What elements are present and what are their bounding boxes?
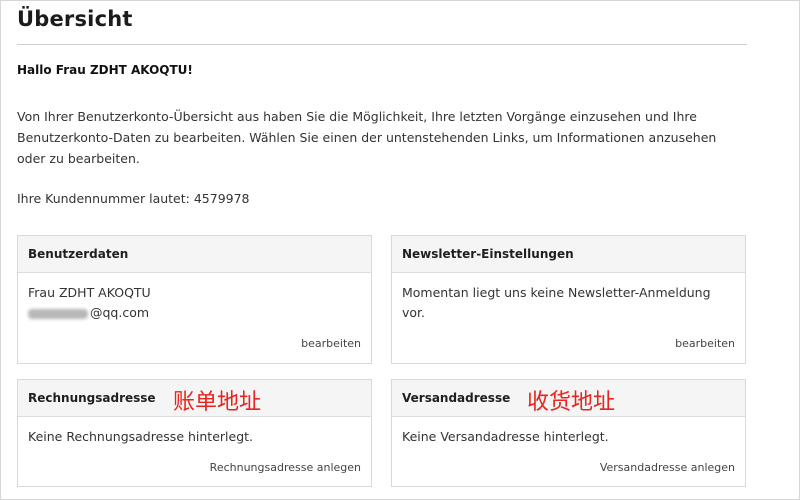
shipping-empty-text: Keine Versandadresse hinterlegt. — [402, 429, 609, 444]
shipping-create-link[interactable]: Versandadresse anlegen — [600, 461, 735, 474]
billing-empty-text: Keine Rechnungsadresse hinterlegt. — [28, 429, 254, 444]
user-data-box-header: Benutzerdaten — [18, 236, 371, 273]
newsletter-status-text: Momentan liegt uns keine Newsletter-Anme… — [402, 285, 711, 320]
user-name: Frau ZDHT AKOQTU — [28, 285, 151, 300]
user-data-box: Benutzerdaten Frau ZDHT AKOQTU @qq.com b… — [17, 235, 372, 364]
user-data-title: Benutzerdaten — [28, 247, 129, 261]
shipping-address-box: Versandadresse 收货地址 Keine Versandadresse… — [391, 379, 746, 487]
intro-text: Von Ihrer Benutzerkonto-Übersicht aus ha… — [17, 109, 717, 166]
account-overview-frame: Übersicht Hallo Frau ZDHT AKOQTU! Von Ih… — [0, 0, 800, 500]
email-redacted-blur — [28, 308, 88, 319]
newsletter-box-header: Newsletter-Einstellungen — [392, 236, 745, 273]
newsletter-box: Newsletter-Einstellungen Momentan liegt … — [391, 235, 746, 364]
shipping-box-header: Versandadresse 收货地址 — [392, 380, 745, 417]
billing-box-header: Rechnungsadresse 账单地址 — [18, 380, 371, 417]
page-title: Übersicht — [17, 7, 133, 31]
shipping-annotation: 收货地址 — [527, 390, 616, 415]
customer-number-text: Ihre Kundennummer lautet: 4579978 — [17, 191, 250, 206]
user-email-suffix: @qq.com — [90, 305, 150, 320]
billing-create-link[interactable]: Rechnungsadresse anlegen — [210, 461, 361, 474]
shipping-title: Versandadresse — [402, 391, 511, 405]
user-data-edit-link[interactable]: bearbeiten — [301, 337, 361, 350]
billing-address-box: Rechnungsadresse 账单地址 Keine Rechnungsadr… — [17, 379, 372, 487]
user-email: @qq.com — [28, 303, 149, 323]
newsletter-title: Newsletter-Einstellungen — [402, 247, 574, 261]
newsletter-edit-link[interactable]: bearbeiten — [675, 337, 735, 350]
title-divider — [17, 44, 747, 45]
greeting-text: Hallo Frau ZDHT AKOQTU! — [17, 63, 193, 77]
billing-annotation: 账单地址 — [173, 390, 262, 415]
billing-title: Rechnungsadresse — [28, 391, 156, 405]
